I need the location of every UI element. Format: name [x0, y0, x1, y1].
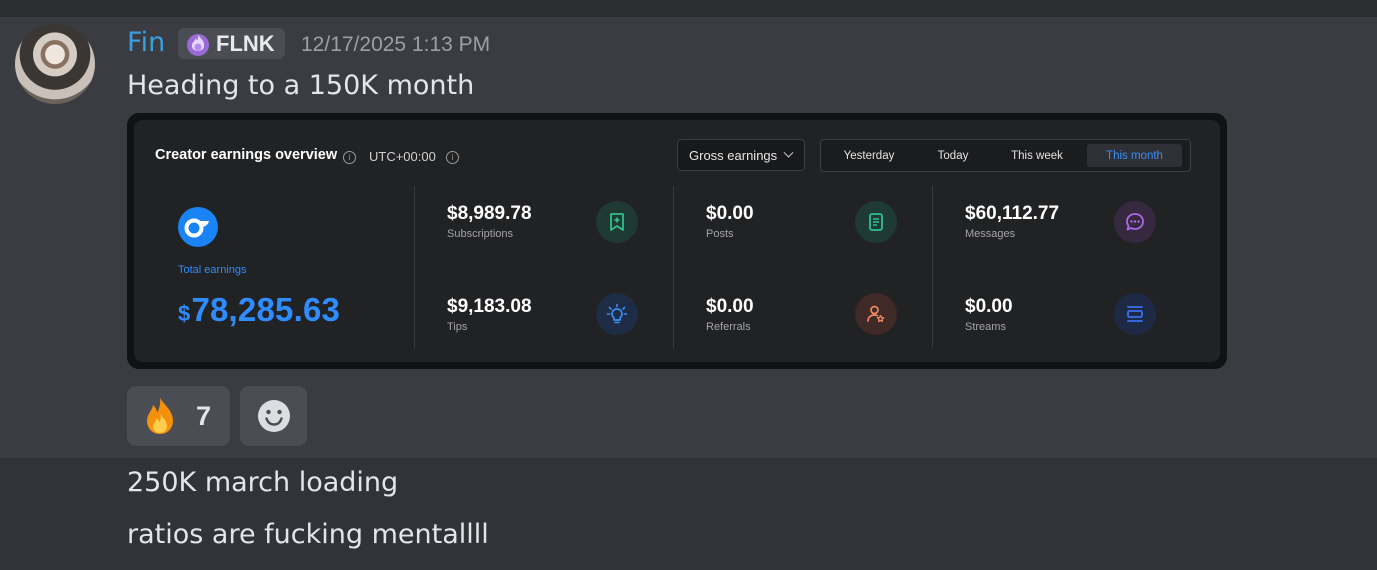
tab-this-month: This month [1087, 144, 1182, 167]
currency-symbol: $ [178, 301, 191, 326]
stat-value-tips: $9,183.08 [447, 296, 532, 317]
column-divider [932, 186, 933, 348]
column-divider [414, 186, 415, 348]
total-earnings-value: $78,285.63 [178, 291, 340, 329]
smiley-icon [257, 400, 290, 432]
tab-this-week: This week [1011, 149, 1063, 162]
chevron-down-icon [783, 147, 794, 158]
message-timestamp[interactable]: 12/17/2025 1:13 PM [301, 33, 490, 57]
stat-label-referrals: Referrals [706, 321, 751, 333]
server-tag-label: FLNK [216, 30, 275, 56]
message-text: ratios are fucking mentallll [127, 519, 489, 550]
stat-value-messages: $60,112.77 [965, 203, 1060, 224]
tab-today: Today [937, 149, 969, 162]
reaction-count: 7 [196, 400, 212, 431]
message-text: 250K march loading [127, 467, 399, 498]
onlyfans-logo-icon [178, 207, 218, 247]
stat-label-tips: Tips [447, 321, 468, 333]
message-text: Heading to a 150K month [127, 70, 475, 101]
column-divider [673, 186, 674, 348]
server-tag[interactable]: FLNK [178, 28, 285, 59]
stat-label-streams: Streams [965, 321, 1006, 333]
author-name[interactable]: Fin [127, 27, 165, 58]
image-attachment[interactable]: Creator earnings overview i UTC+00:00 i … [127, 113, 1227, 369]
info-icon: i [343, 151, 356, 164]
dashboard-title: Creator earnings overview [155, 147, 338, 163]
period-tabs: Yesterday Today This week This month [820, 139, 1191, 172]
stat-value-referrals: $0.00 [706, 296, 754, 317]
messages-icon [1114, 201, 1156, 243]
flame-badge-icon [187, 33, 209, 56]
total-earnings-amount: 78,285.63 [191, 291, 341, 328]
select-value: Gross earnings [689, 147, 778, 163]
referrals-icon [855, 293, 897, 335]
user-avatar[interactable] [15, 24, 95, 104]
reaction-fire[interactable]: 7 [127, 386, 230, 446]
channel-top-strip [0, 0, 1377, 17]
add-reaction-button[interactable] [240, 386, 307, 446]
stat-value-subscriptions: $8,989.78 [447, 203, 532, 224]
earnings-type-select: Gross earnings [677, 139, 805, 171]
streams-icon [1114, 293, 1156, 335]
posts-icon [855, 201, 897, 243]
tips-icon [596, 293, 638, 335]
subscriptions-icon [596, 201, 638, 243]
earnings-dashboard: Creator earnings overview i UTC+00:00 i … [134, 120, 1220, 362]
timezone-info-icon: i [446, 151, 459, 164]
stat-label-subscriptions: Subscriptions [447, 228, 514, 240]
stat-value-posts: $0.00 [706, 203, 754, 224]
total-earnings-label: Total earnings [178, 264, 247, 276]
stat-label-messages: Messages [965, 228, 1016, 240]
stat-label-posts: Posts [706, 228, 734, 240]
stat-value-streams: $0.00 [965, 296, 1013, 317]
tab-yesterday: Yesterday [843, 149, 895, 162]
fire-icon [147, 398, 173, 434]
timezone-label: UTC+00:00 [369, 149, 436, 164]
